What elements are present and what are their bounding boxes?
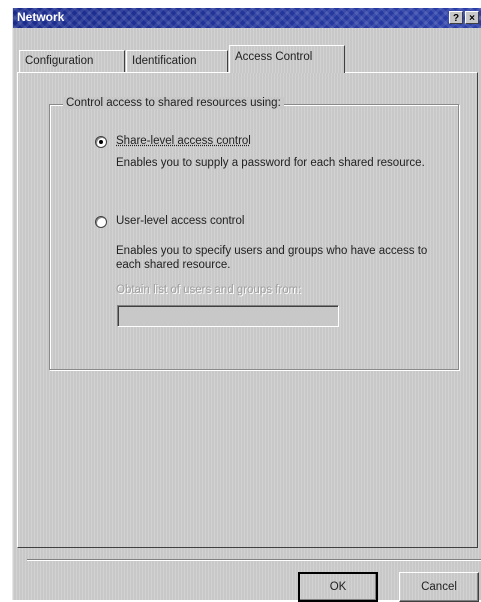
tab-identification[interactable]: Identification bbox=[126, 50, 228, 72]
access-control-group bbox=[49, 104, 459, 370]
share-level-radio[interactable] bbox=[95, 136, 107, 148]
share-level-description: Enables you to supply a password for eac… bbox=[116, 156, 436, 170]
cancel-button[interactable]: Cancel bbox=[399, 572, 479, 602]
user-level-description: Enables you to specify users and groups … bbox=[116, 244, 436, 272]
tab-access-control[interactable]: Access Control bbox=[229, 45, 345, 73]
group-legend: Control access to shared resources using… bbox=[63, 97, 284, 109]
obtain-list-input bbox=[117, 305, 339, 327]
title-bar[interactable]: Network ? × bbox=[13, 8, 481, 28]
help-icon[interactable]: ? bbox=[449, 11, 463, 24]
ok-button[interactable]: OK bbox=[298, 572, 378, 602]
user-level-radio[interactable] bbox=[95, 216, 107, 228]
window-title: Network bbox=[17, 10, 64, 24]
network-dialog: Network ? × Configuration Identification… bbox=[12, 8, 481, 600]
radio-selected-dot bbox=[99, 140, 103, 144]
user-level-label[interactable]: User-level access control bbox=[116, 215, 244, 227]
obtain-list-label: Obtain list of users and groups from: bbox=[116, 284, 301, 296]
button-separator bbox=[27, 559, 481, 561]
share-level-label[interactable]: Share-level access control bbox=[116, 135, 251, 147]
tab-configuration[interactable]: Configuration bbox=[19, 50, 125, 72]
close-icon[interactable]: × bbox=[465, 11, 479, 24]
